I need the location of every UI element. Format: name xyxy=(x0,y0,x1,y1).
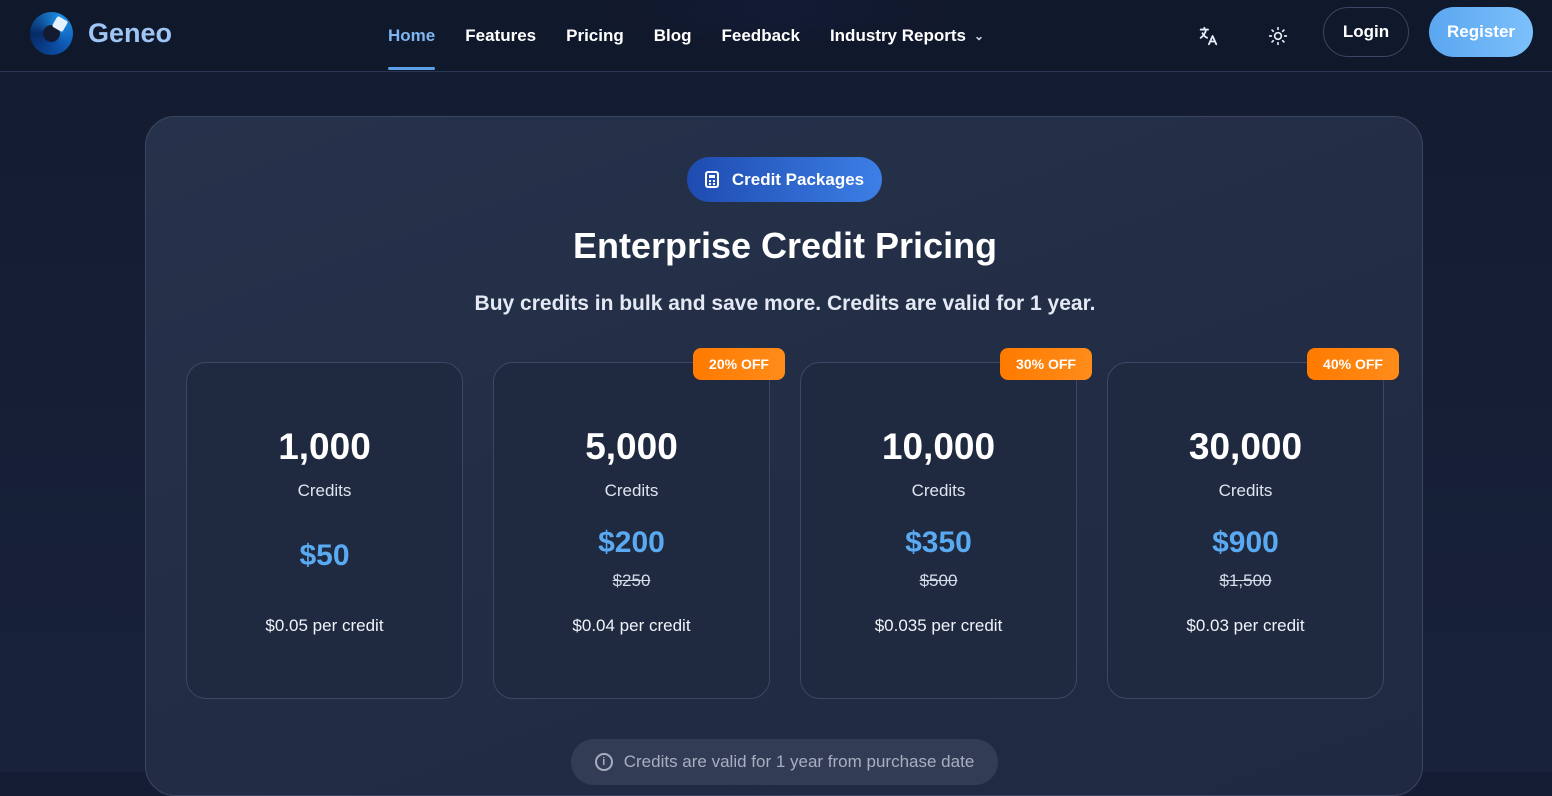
nav-link-industry-reports-label: Industry Reports xyxy=(829,26,966,45)
per-credit-price: $0.035 per credit xyxy=(874,616,1003,635)
discount-badge: 40% OFF xyxy=(1307,348,1399,380)
nav-links: Home Features Pricing Blog Feedback Indu… xyxy=(388,0,1014,72)
per-credit-price: $0.05 per credit xyxy=(265,616,384,635)
top-navbar: Geneo Home Features Pricing Blog Feedbac… xyxy=(0,0,1552,72)
credits-label: Credits xyxy=(604,481,659,500)
discount-badge: 20% OFF xyxy=(693,348,785,380)
calculator-icon xyxy=(704,171,719,188)
package-card-5000[interactable]: 20% OFF 5,000 Credits $200 $250 $0.04 pe… xyxy=(493,348,785,699)
package-price: $900 xyxy=(1212,526,1279,559)
info-icon: i xyxy=(594,753,613,771)
credits-amount: 30,000 xyxy=(1188,426,1303,467)
credit-packages-label: Credit Packages xyxy=(731,169,865,189)
page-title: Enterprise Credit Pricing xyxy=(572,225,998,266)
theme-toggle-button[interactable] xyxy=(1258,16,1298,56)
discount-badge: 30% OFF xyxy=(1000,348,1092,380)
nav-link-pricing-label: Pricing xyxy=(566,26,624,45)
nav-link-blog[interactable]: Blog xyxy=(654,0,692,72)
nav-link-home[interactable]: Home xyxy=(388,0,436,72)
page-subtitle: Buy credits in bulk and save more. Credi… xyxy=(474,292,1096,315)
package-price: $200 xyxy=(598,526,665,559)
brand[interactable]: Geneo xyxy=(30,12,172,55)
package-card-30000[interactable]: 40% OFF 30,000 Credits $900 $1,500 $0.03… xyxy=(1107,348,1399,699)
credits-label: Credits xyxy=(911,481,966,500)
geneo-logo-icon xyxy=(30,12,73,55)
package-card-1000[interactable]: 1,000 Credits $50 $0.05 per credit xyxy=(186,362,463,699)
nav-link-feedback-label: Feedback xyxy=(721,26,800,45)
package-price: $350 xyxy=(905,526,972,559)
translate-icon xyxy=(1199,26,1218,46)
package-price: $50 xyxy=(299,539,350,572)
credits-label: Credits xyxy=(297,481,352,500)
credit-packages-pill: Credit Packages xyxy=(687,157,882,202)
nav-link-features-label: Features xyxy=(465,26,537,45)
nav-link-home-label: Home xyxy=(388,26,436,45)
login-button[interactable]: Login xyxy=(1323,7,1409,57)
translate-button[interactable] xyxy=(1188,16,1228,56)
nav-link-feedback[interactable]: Feedback xyxy=(722,0,800,72)
original-price: $250 xyxy=(612,571,651,590)
credits-amount: 5,000 xyxy=(585,426,678,467)
nav-link-industry-reports[interactable]: Industry Reports ⌄ xyxy=(830,0,984,72)
validity-note: i Credits are valid for 1 year from purc… xyxy=(571,739,998,785)
credits-amount: 10,000 xyxy=(881,426,996,467)
pricing-panel: Credit Packages Enterprise Credit Pricin… xyxy=(145,116,1423,796)
original-price: $500 xyxy=(919,571,958,590)
validity-note-text: Credits are valid for 1 year from purcha… xyxy=(623,752,975,771)
package-card-10000[interactable]: 30% OFF 10,000 Credits $350 $500 $0.035 … xyxy=(800,348,1092,699)
per-credit-price: $0.03 per credit xyxy=(1186,616,1305,635)
per-credit-price: $0.04 per credit xyxy=(572,616,691,635)
brand-name: Geneo xyxy=(88,18,173,48)
chevron-down-icon: ⌄ xyxy=(973,29,985,43)
sun-icon xyxy=(1268,26,1288,46)
original-price: $1,500 xyxy=(1219,571,1272,590)
nav-link-features[interactable]: Features xyxy=(465,0,536,72)
register-button[interactable]: Register xyxy=(1429,7,1533,57)
credits-amount: 1,000 xyxy=(278,426,371,467)
nav-link-blog-label: Blog xyxy=(653,26,692,45)
credits-label: Credits xyxy=(1218,481,1273,500)
nav-link-pricing[interactable]: Pricing xyxy=(566,0,624,72)
